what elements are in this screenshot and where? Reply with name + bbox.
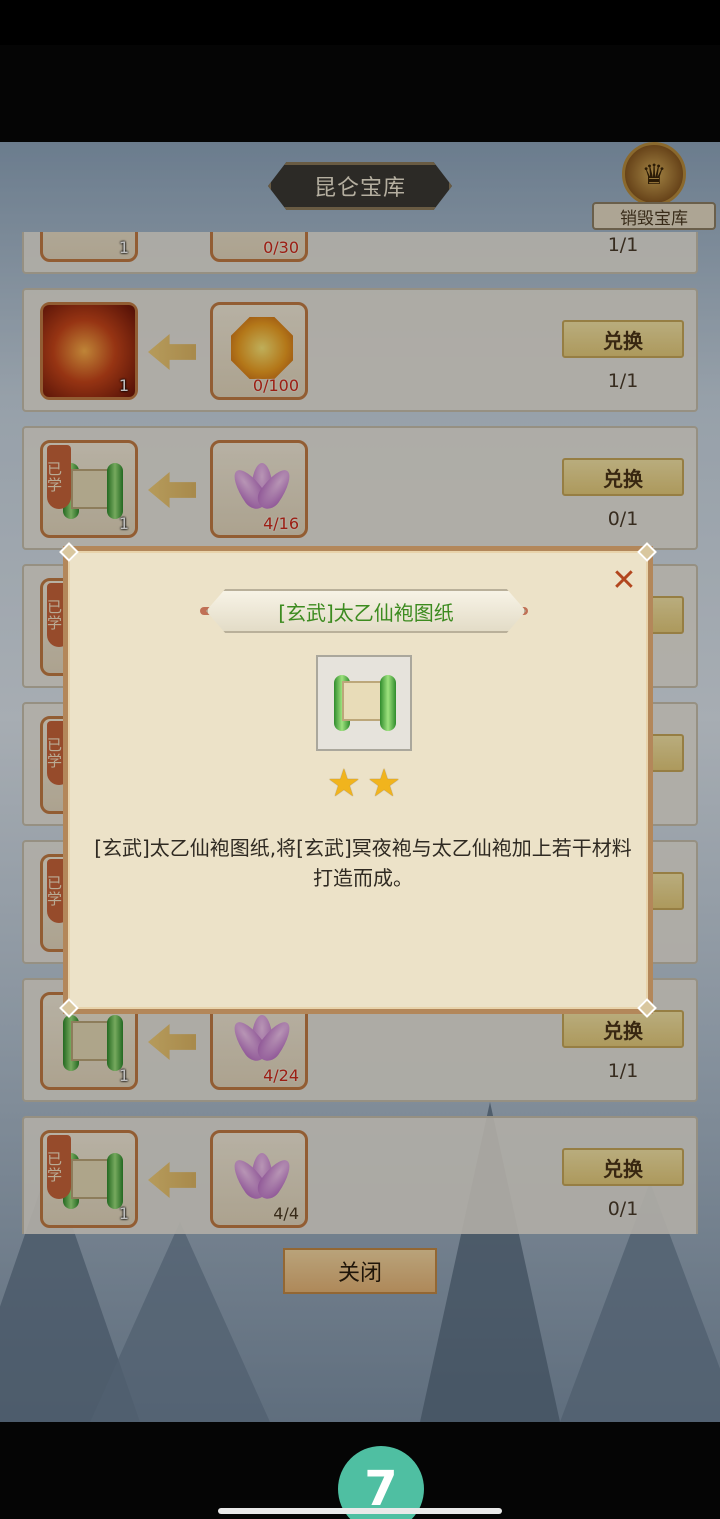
- item-title: [玄武]太乙仙袍图纸: [206, 589, 526, 633]
- home-indicator[interactable]: [218, 1508, 502, 1514]
- item-description: [玄武]太乙仙袍图纸,将[玄武]冥夜袍与太乙仙袍加上若干材料打造而成。: [94, 836, 632, 890]
- star-icon: ★: [367, 761, 402, 805]
- star-icon: ★: [326, 761, 361, 805]
- star-rating: ★ ★: [320, 763, 408, 803]
- status-bar: [0, 0, 720, 142]
- close-icon[interactable]: ✕: [608, 565, 640, 597]
- item-preview: [316, 655, 412, 751]
- scroll-icon: [332, 671, 398, 737]
- item-detail-dialog: ✕ [玄武]太乙仙袍图纸 ★ ★ [玄武]太乙仙袍图纸,将[玄武]冥夜袍与太乙仙…: [59, 542, 657, 1018]
